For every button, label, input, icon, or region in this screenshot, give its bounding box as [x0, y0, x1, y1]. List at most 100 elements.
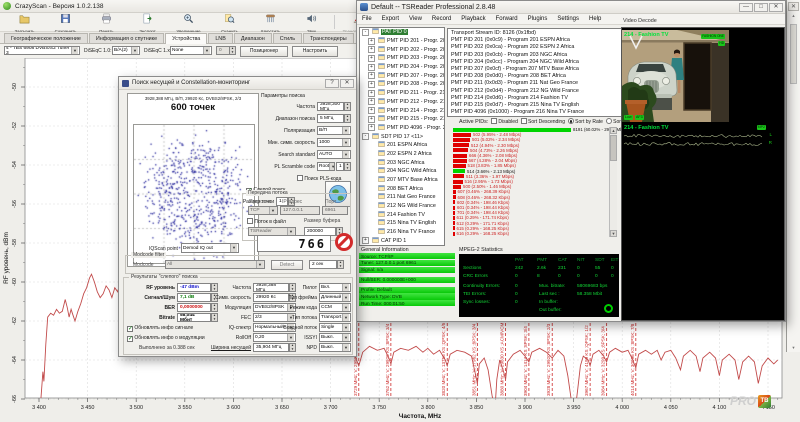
stream-type-select[interactable]: Transport▼ — [319, 313, 351, 322]
close-button[interactable]: ✕ — [769, 3, 783, 12]
diseqc10-select[interactable]: B/A(2)▼ — [112, 46, 140, 55]
expand-icon[interactable]: - — [362, 133, 369, 140]
issyi-select[interactable]: Выкл.▼ — [319, 333, 351, 342]
expand-icon[interactable]: + — [368, 64, 375, 71]
toolbar-button-export[interactable]: Экспорт — [127, 13, 168, 31]
tree-item[interactable]: +PMT PID 208 - Progr. 208 — [360, 80, 444, 89]
detect-period-field[interactable]: 2 сек — [309, 260, 337, 269]
toolbar-button-scan[interactable]: Сканить — [209, 13, 250, 31]
range-stepper[interactable]: ▲▼ — [344, 114, 351, 123]
detect-button[interactable]: Detect — [271, 260, 303, 270]
tree-item[interactable]: 216 Nina TV France — [360, 228, 444, 237]
tree-item[interactable]: +PMT PID 215 - Progr. 215 — [360, 115, 444, 124]
expand-icon[interactable]: + — [362, 237, 369, 244]
expand-icon[interactable]: - — [362, 29, 369, 36]
tree-item[interactable]: 215 Nina TV English — [360, 219, 444, 228]
sort-by-rate-radio[interactable] — [568, 118, 574, 124]
toolbar-button-zoom[interactable]: Увеличение — [168, 13, 209, 31]
tree-item[interactable]: -SDT PID 17 <11> — [360, 132, 444, 141]
toolbar-button-sound[interactable]: Звук — [291, 13, 332, 31]
min-symbolrate-select[interactable]: 1000▼ — [317, 138, 351, 147]
position-stepper[interactable]: ▲▼ — [229, 46, 236, 55]
freq-stepper[interactable]: ▲▼ — [344, 102, 351, 111]
menu-export[interactable]: Export — [377, 16, 404, 22]
expand-icon[interactable]: + — [368, 81, 375, 88]
pls-value-field[interactable]: 1 — [336, 162, 344, 171]
menu-forward[interactable]: Forward — [491, 16, 523, 22]
polarization-select[interactable]: В/П▼ — [317, 126, 351, 135]
tree-item[interactable]: 214 Fashion TV — [360, 210, 444, 219]
update-modulation-checkbox[interactable]: ✓ — [127, 336, 133, 342]
pls-mode-select[interactable]: Root▼ — [317, 162, 335, 171]
scroll-up-icon[interactable]: ▲ — [787, 13, 800, 18]
carrier-width-label[interactable]: Ширина несущей — [207, 345, 251, 351]
expand-icon[interactable]: + — [368, 98, 375, 105]
toolbar-button-open[interactable]: Загрузить — [4, 13, 45, 31]
stream-to-file-checkbox[interactable] — [247, 218, 253, 224]
range-field[interactable]: 5 МГц — [317, 114, 344, 123]
tree-item[interactable]: 202 ESPN 2 Africa — [360, 150, 444, 159]
stop-button[interactable] — [335, 233, 353, 251]
sort-by-pid-radio[interactable] — [606, 118, 612, 124]
menu-settings[interactable]: Settings — [552, 16, 584, 22]
expand-icon[interactable]: + — [368, 55, 375, 62]
npd-select[interactable]: Выкл.▼ — [319, 343, 351, 352]
menu-plugins[interactable]: Plugins — [523, 16, 553, 22]
tab-lnb[interactable]: LNB — [208, 33, 233, 43]
expand-icon[interactable]: + — [368, 90, 375, 97]
tree-item[interactable]: +PMT PID 4096 - Progr. 216 — [360, 124, 444, 133]
tab-диапазон[interactable]: Диапазон — [234, 33, 272, 43]
scroll-up-icon[interactable]: ▲ — [610, 127, 617, 134]
tree-item[interactable]: -PAT PID 0 — [360, 28, 444, 37]
tab-устройства[interactable]: Устройства — [165, 33, 207, 44]
disabled-checkbox[interactable] — [491, 118, 497, 124]
menu-record[interactable]: Record — [427, 16, 456, 22]
pls-search-checkbox[interactable] — [297, 175, 303, 181]
tab-информация-о-спутнике[interactable]: Информация о спутнике — [89, 33, 164, 43]
frame-type-select[interactable]: Длинный▼ — [319, 293, 351, 302]
pilot-select[interactable]: Вкл.▼ — [319, 283, 351, 292]
expand-icon[interactable]: + — [368, 72, 375, 79]
tree-item[interactable]: +CAT PID 1 — [360, 237, 444, 246]
tree-item[interactable]: 201 ESPN Africa — [360, 141, 444, 150]
tree-item[interactable]: +PMT PID 212 - Progr. 212 — [360, 98, 444, 107]
tree-item[interactable]: 211 Nat Geo France — [360, 193, 444, 202]
tree-item[interactable]: 204 NGC Wild Africa — [360, 167, 444, 176]
toolbar-button-save[interactable]: Сохранить — [45, 13, 86, 31]
close-icon[interactable]: ✕ — [788, 2, 799, 11]
menu-help[interactable]: Help — [584, 16, 606, 22]
tree-item[interactable]: 207 MTV Base Africa — [360, 176, 444, 185]
code-mode-select[interactable]: CCM▼ — [319, 303, 351, 312]
update-signal-checkbox[interactable]: ✓ — [127, 326, 133, 332]
tab-транспондеры[interactable]: Транспондеры — [303, 33, 354, 43]
search-standard-select[interactable]: AUTO▼ — [317, 150, 351, 159]
freq-field[interactable]: 3928,300 МГц — [317, 102, 344, 111]
tree-item[interactable]: +PMT PID 201 - Progr. 201 — [360, 37, 444, 46]
expand-icon[interactable]: + — [368, 38, 375, 45]
scrollbar[interactable]: ▲ ▼ — [609, 127, 617, 237]
expand-icon[interactable]: + — [368, 124, 375, 131]
menu-playback[interactable]: Playback — [456, 16, 490, 22]
pid-bar-row[interactable]: 616 (0.29% - 168.25 Kbps) — [453, 231, 609, 236]
tree-item[interactable]: +PMT PID 211 - Progr. 211 — [360, 89, 444, 98]
tree-item[interactable]: +PMT PID 207 - Progr. 207 — [360, 71, 444, 80]
tab-стиль[interactable]: Стиль — [273, 33, 302, 43]
detect-period-stepper[interactable]: ▲▼ — [337, 260, 344, 269]
expand-icon[interactable]: + — [368, 116, 375, 123]
sort-descending-checkbox[interactable] — [521, 118, 527, 124]
tree-item[interactable]: +PMT PID 214 - Progr. 214 — [360, 106, 444, 115]
tree-item[interactable]: +PMT PID 202 - Progr. 202 — [360, 45, 444, 54]
scrollbar-thumb[interactable] — [610, 135, 617, 161]
help-button[interactable]: ? — [325, 79, 339, 88]
iqscan-point-select[interactable]: Demod IQ out▼ — [181, 243, 239, 253]
toolbar-button-comb[interactable]: Шерстить — [250, 13, 291, 31]
tree-item[interactable]: +PMT PID 204 - Progr. 204 — [360, 63, 444, 72]
pls-stepper[interactable]: ▲▼ — [344, 162, 351, 171]
diseqc1x-select[interactable]: None▼ — [170, 46, 212, 55]
menu-file[interactable]: File — [357, 16, 377, 22]
scrollbar-thumb[interactable] — [790, 24, 797, 84]
tab-географическое-положение[interactable]: Географическое положение — [4, 33, 88, 43]
expand-icon[interactable]: + — [368, 107, 375, 114]
tree-item[interactable]: 203 NGC Africa — [360, 158, 444, 167]
scroll-down-icon[interactable]: ▼ — [787, 345, 800, 350]
